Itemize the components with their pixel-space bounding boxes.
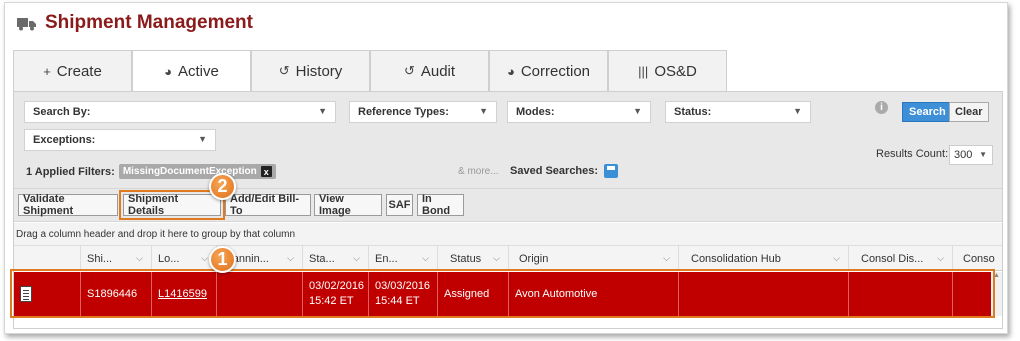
plus-icon: + <box>43 63 51 79</box>
tab-label: OS&D <box>654 62 697 80</box>
filter-chip[interactable]: MissingDocumentException x <box>118 164 276 179</box>
chevron-down-icon[interactable]: ⌵ <box>353 253 360 264</box>
history-icon: ↺ <box>278 63 290 78</box>
correction-icon: ◕ <box>506 63 515 79</box>
saf-button[interactable]: SAF <box>386 194 413 216</box>
column-header-label: Consol Dis... <box>861 252 924 265</box>
page-title: Shipment Management <box>45 12 253 33</box>
column-header-shipment[interactable]: Shi... ⌵ <box>80 246 151 271</box>
chevron-down-icon[interactable]: ⌵ <box>136 253 143 264</box>
exceptions-dropdown[interactable]: Exceptions: ▼ <box>24 129 216 151</box>
chevron-down-icon[interactable]: ⌵ <box>201 253 208 264</box>
tab-label: Active <box>178 63 219 80</box>
filter-bar: Search By: ▼ Reference Types: ▼ Modes: ▼… <box>14 92 1002 188</box>
tab-correction[interactable]: ◕ Correction <box>489 50 608 91</box>
column-header-label: Sta... <box>309 252 335 265</box>
callout-badge-1: 1 <box>209 246 236 273</box>
chevron-down-icon[interactable]: ⌵ <box>493 253 500 264</box>
chevron-down-icon[interactable]: ⌵ <box>287 253 294 264</box>
column-header-label: En... <box>375 252 398 265</box>
barcode-icon: ||| <box>638 63 649 79</box>
active-icon: ◕ <box>164 64 172 79</box>
app-window: Shipment Management + Create ◕ Active ↺ … <box>4 2 1008 334</box>
tab-label: History <box>295 62 343 80</box>
chevron-down-icon: ▼ <box>479 106 488 116</box>
tab-bar: + Create ◕ Active ↺ History ↺ Audit ◕ Co… <box>13 50 727 92</box>
column-header-label: Shi... <box>87 252 113 265</box>
modes-dropdown[interactable]: Modes: ▼ <box>507 101 651 123</box>
in-bond-button[interactable]: In Bond <box>417 193 464 217</box>
callout-badge-2: 2 <box>209 173 236 200</box>
and-more-link[interactable]: & more... <box>458 166 499 177</box>
tab-active[interactable]: ◕ Active <box>132 50 251 92</box>
chevron-down-icon[interactable]: ⌵ <box>663 253 670 264</box>
dropdown-label: Reference Types: <box>358 106 449 118</box>
chevron-down-icon[interactable]: ⌵ <box>833 253 840 264</box>
tab-osd[interactable]: ||| OS&D <box>608 50 727 91</box>
dropdown-label: Modes: <box>516 106 555 118</box>
tab-history[interactable]: ↺ History <box>251 50 370 91</box>
group-by-hint[interactable]: Drag a column header and drop it here to… <box>14 223 1002 246</box>
view-image-button[interactable]: View Image <box>314 193 382 217</box>
tab-label: Create <box>56 62 102 80</box>
search-by-dropdown[interactable]: Search By: ▼ <box>24 101 336 123</box>
search-button[interactable]: Search <box>902 102 953 122</box>
save-icon[interactable] <box>604 164 619 178</box>
saved-searches-label: Saved Searches: <box>510 165 599 177</box>
dropdown-label: Search By: <box>33 106 91 118</box>
validate-shipment-button[interactable]: Validate Shipment <box>18 193 118 217</box>
chevron-down-icon[interactable]: ⌵ <box>937 253 944 264</box>
filter-chip-label: MissingDocumentException <box>122 166 257 177</box>
applied-filters: 1 Applied Filters: MissingDocumentExcept… <box>26 164 276 179</box>
chevron-down-icon: ▼ <box>318 106 327 116</box>
clear-button[interactable]: Clear <box>949 102 989 122</box>
status-dropdown[interactable]: Status: ▼ <box>665 101 811 123</box>
action-toolbar: Validate Shipment Shipment Details Add/E… <box>14 188 1002 222</box>
row-highlight-box <box>10 269 995 318</box>
column-header-end[interactable]: En... ⌵ <box>368 246 437 271</box>
audit-icon: ↺ <box>403 63 415 78</box>
reference-types-dropdown[interactable]: Reference Types: ▼ <box>349 101 497 123</box>
dropdown-label: Exceptions: <box>33 134 96 146</box>
column-header-consol-dis[interactable]: Consol Dis... ⌵ <box>848 246 952 271</box>
column-header-status[interactable]: Status ⌵ <box>437 246 508 271</box>
results-count-select[interactable]: 300 ▼ <box>949 145 993 165</box>
add-edit-bill-to-button[interactable]: Add/Edit Bill-To <box>225 193 311 217</box>
results-count-label: Results Count: <box>876 148 949 160</box>
tab-create[interactable]: + Create <box>13 50 132 91</box>
applied-filters-label: 1 Applied Filters: <box>26 165 115 178</box>
column-header-consolidation-hub[interactable]: Consolidation Hub ⌵ <box>678 246 848 271</box>
tab-label: Audit <box>420 62 456 80</box>
grid-header: Shi... ⌵ Lo... ⌵ Plannin... ⌵ Sta... ⌵ E… <box>14 246 1002 271</box>
chevron-down-icon: ▼ <box>198 134 207 144</box>
column-header-load[interactable]: Lo... ⌵ <box>151 246 216 271</box>
chevron-down-icon: ▼ <box>979 150 987 159</box>
column-header-label: Lo... <box>158 252 180 265</box>
chevron-down-icon[interactable]: ⌵ <box>422 253 429 264</box>
column-header-start[interactable]: Sta... ⌵ <box>302 246 368 271</box>
dropdown-label: Status: <box>674 106 712 118</box>
close-icon[interactable]: x <box>260 166 272 177</box>
column-header-origin[interactable]: Origin ⌵ <box>508 246 678 271</box>
column-header-label: Conso <box>963 252 995 265</box>
saved-searches: Saved Searches: <box>510 164 619 178</box>
tab-panel: Search By: ▼ Reference Types: ▼ Modes: ▼… <box>10 91 1003 329</box>
info-icon[interactable]: i <box>875 101 888 114</box>
column-header-conso[interactable]: Conso <box>952 246 1002 271</box>
chevron-down-icon: ▼ <box>633 106 642 116</box>
results-count-value: 300 <box>954 149 973 161</box>
highlight-box <box>119 190 225 220</box>
chevron-down-icon: ▼ <box>793 106 802 116</box>
truck-icon <box>17 18 36 31</box>
column-header-icon <box>14 246 80 271</box>
page-header: Shipment Management <box>17 9 253 37</box>
column-header-label: Status <box>450 252 482 265</box>
tab-label: Correction <box>520 62 591 80</box>
column-header-label: Consolidation Hub <box>691 252 781 265</box>
column-header-label: Origin <box>519 252 549 265</box>
tab-audit[interactable]: ↺ Audit <box>370 50 489 91</box>
